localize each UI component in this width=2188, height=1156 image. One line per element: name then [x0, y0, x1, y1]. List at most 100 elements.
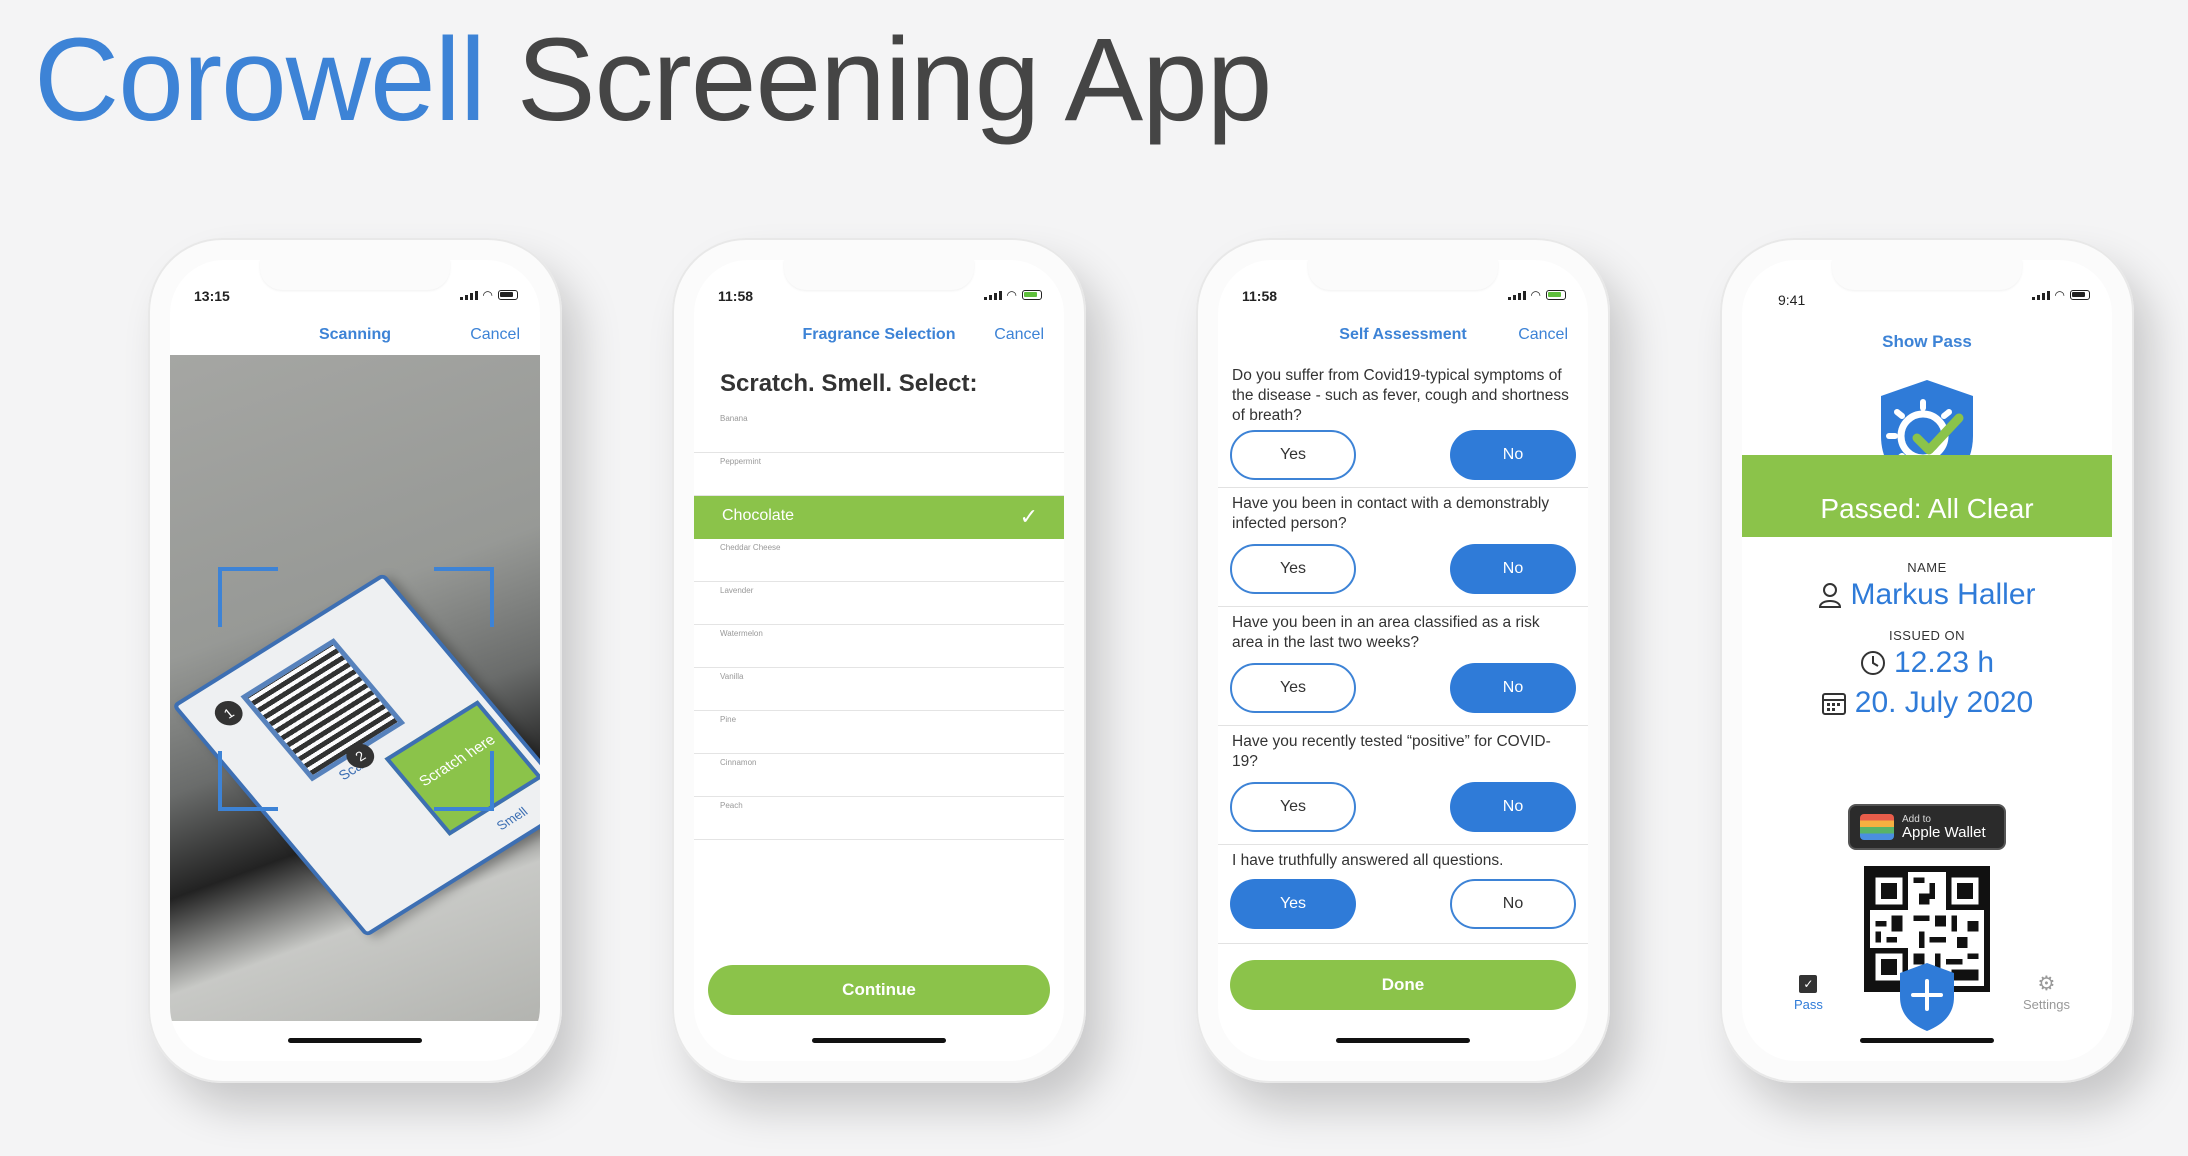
fragrance-label: Vanilla [720, 672, 744, 681]
question-text: I have truthfully answered all questions… [1232, 852, 1504, 869]
wallet-small-text: Add to [1902, 813, 1931, 825]
fragrance-item-cheddar-cheese[interactable]: Cheddar Cheese [694, 539, 1064, 582]
pass-title: Show Pass [1882, 332, 1972, 351]
screen-pass: 9:41 ◠ Show Pass Passed: All Clear NAME [1742, 260, 2112, 1061]
yes-button[interactable]: Yes [1230, 782, 1356, 832]
home-indicator[interactable] [1860, 1038, 1994, 1043]
yes-button[interactable]: Yes [1230, 430, 1356, 480]
fragrance-item-pine[interactable]: Pine [694, 711, 1064, 754]
status-bar: 9:41 ◠ [1742, 288, 2112, 310]
no-button[interactable]: No [1450, 663, 1576, 713]
title-rest: Screening App [516, 14, 1273, 146]
fragrance-label: Peppermint [720, 457, 761, 466]
question-2: Have you been in contact with a demonstr… [1218, 488, 1588, 607]
fragrance-item-chocolate[interactable]: Chocolate ✓ [694, 496, 1064, 539]
yes-button[interactable]: Yes [1230, 879, 1356, 929]
wifi-icon: ◠ [1006, 288, 1017, 302]
viewfinder-corner-bl [218, 751, 278, 811]
issued-time-row: 12.23 h [1742, 646, 2112, 680]
signal-icon [983, 290, 1002, 300]
viewfinder-corner-br [434, 751, 494, 811]
battery-icon [498, 290, 518, 300]
nav-bar: Fragrance Selection Cancel [694, 318, 1064, 354]
notch [1832, 260, 2022, 290]
cancel-button[interactable]: Cancel [994, 326, 1044, 344]
cancel-button[interactable]: Cancel [1518, 326, 1568, 344]
question-1: Do you suffer from Covid19-typical sympt… [1218, 360, 1588, 488]
continue-button[interactable]: Continue [708, 965, 1050, 1015]
screen-scanning: 13:15 ◠ Scanning Cancel 1 Scan 2 Scratch… [170, 260, 540, 1061]
fragrance-item-vanilla[interactable]: Vanilla [694, 668, 1064, 711]
tab-bar: ✓ Pass ⚙ Settings [1742, 961, 2112, 1031]
smell-label: Smell [493, 804, 531, 833]
fragrance-item-lavender[interactable]: Lavender [694, 582, 1064, 625]
battery-icon [2070, 290, 2090, 300]
issued-date-row: 20. July 2020 [1742, 686, 2112, 720]
nav-bar: Scanning Cancel [170, 318, 540, 354]
no-button[interactable]: No [1450, 544, 1576, 594]
tab-settings-label: Settings [2023, 997, 2070, 1012]
home-indicator[interactable] [1336, 1038, 1470, 1043]
battery-icon [1546, 290, 1566, 300]
fragrance-label: Pine [720, 715, 737, 724]
battery-icon [1022, 290, 1042, 300]
clock-icon [1860, 651, 1885, 675]
name-row: Markus Haller [1742, 578, 2112, 612]
viewfinder-corner-tl [218, 567, 278, 627]
question-text: Have you recently tested “positive” for … [1232, 733, 1551, 770]
status-bar: 11:58 ◠ [1218, 288, 1588, 310]
status-time: 13:15 [194, 288, 230, 304]
fragrance-list: Banana Peppermint Chocolate ✓ Cheddar Ch… [694, 410, 1064, 840]
camera-viewfinder: 1 Scan 2 Scratch here Smell [170, 355, 540, 1021]
no-button[interactable]: No [1450, 879, 1576, 929]
question-3: Have you been in an area classified as a… [1218, 607, 1588, 726]
screen-assessment: 11:58 ◠ Self Assessment Cancel Do you su… [1218, 260, 1588, 1061]
status-time: 11:58 [1242, 288, 1278, 304]
pass-icon: ✓ [1799, 975, 1818, 993]
page-title: Corowell Screening App [34, 12, 1273, 148]
phone-scanning: 13:15 ◠ Scanning Cancel 1 Scan 2 Scratch… [148, 238, 562, 1083]
add-to-apple-wallet-button[interactable]: Add to Apple Wallet [1848, 804, 2006, 850]
fragrance-label: Banana [720, 414, 748, 423]
no-button[interactable]: No [1450, 430, 1576, 480]
wallet-big-text: Apple Wallet [1902, 823, 1986, 841]
home-indicator[interactable] [288, 1038, 422, 1043]
fragrance-label: Lavender [720, 586, 754, 595]
notch [1308, 260, 1498, 290]
fragrance-label: Cinnamon [720, 758, 757, 767]
fragrance-heading: Scratch. Smell. Select: [720, 370, 978, 397]
tab-settings[interactable]: ⚙ Settings [2023, 974, 2070, 1012]
phone-pass: 9:41 ◠ Show Pass Passed: All Clear NAME [1720, 238, 2134, 1083]
pass-status-banner: Passed: All Clear [1742, 455, 2112, 537]
checkmark-icon: ✓ [1019, 504, 1038, 529]
fragrance-item-cinnamon[interactable]: Cinnamon [694, 754, 1064, 797]
add-shield-icon[interactable] [1898, 961, 1956, 1031]
done-button[interactable]: Done [1230, 960, 1576, 1010]
cancel-button[interactable]: Cancel [470, 326, 520, 344]
notch [260, 260, 450, 290]
step-one-badge: 1 [209, 696, 249, 731]
fragrance-item-banana[interactable]: Banana [694, 410, 1064, 453]
no-button[interactable]: No [1450, 782, 1576, 832]
wifi-icon: ◠ [482, 288, 493, 302]
question-text: Have you been in an area classified as a… [1232, 614, 1540, 651]
notch [784, 260, 974, 290]
wallet-icon [1860, 814, 1894, 840]
fragrance-item-watermelon[interactable]: Watermelon [694, 625, 1064, 668]
status-bar: 11:58 ◠ [694, 288, 1064, 310]
yes-button[interactable]: Yes [1230, 663, 1356, 713]
wifi-icon: ◠ [1530, 288, 1541, 302]
question-5: I have truthfully answered all questions… [1218, 845, 1588, 944]
yes-button[interactable]: Yes [1230, 544, 1356, 594]
fragrance-label: Chocolate [722, 507, 795, 524]
person-icon [1819, 583, 1842, 608]
tab-pass[interactable]: ✓ Pass [1794, 975, 1823, 1012]
home-indicator[interactable] [812, 1038, 946, 1043]
issued-label: ISSUED ON [1888, 628, 1965, 643]
fragrance-item-peach[interactable]: Peach [694, 797, 1064, 840]
issued-time: 12.23 h [1893, 646, 1995, 679]
fragrance-label: Watermelon [720, 629, 763, 638]
tab-pass-label: Pass [1794, 997, 1823, 1012]
fragrance-label: Peach [720, 801, 743, 810]
fragrance-item-peppermint[interactable]: Peppermint [694, 453, 1064, 496]
